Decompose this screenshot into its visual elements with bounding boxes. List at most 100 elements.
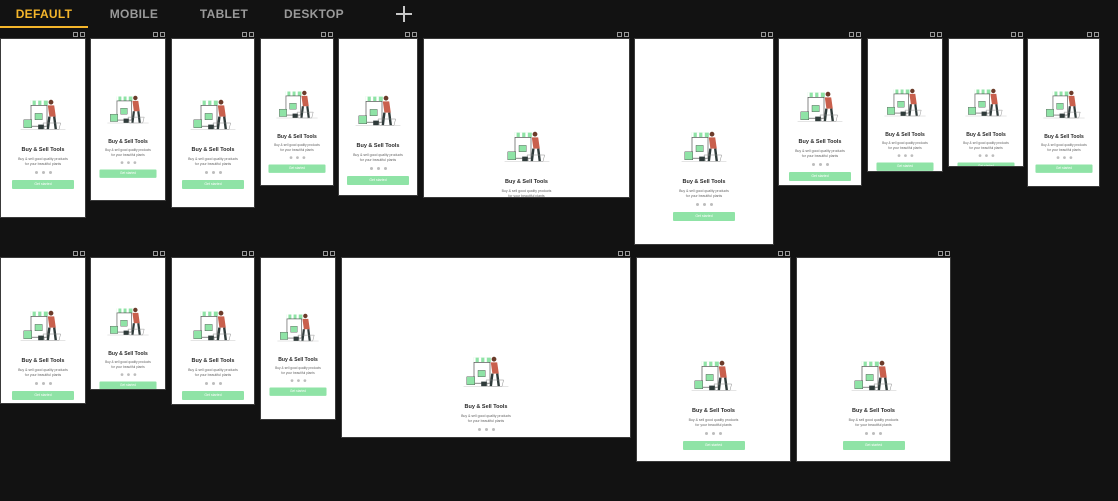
rotate-icon[interactable] — [1011, 32, 1016, 37]
frame-controls[interactable] — [938, 251, 950, 256]
get-started-button[interactable]: Get started — [957, 162, 1015, 166]
expand-icon[interactable] — [330, 251, 335, 256]
tab-tablet[interactable]: TABLET — [196, 7, 252, 28]
rotate-icon[interactable] — [242, 251, 247, 256]
get-started-button[interactable]: Get started — [269, 387, 327, 396]
frame-controls[interactable] — [73, 32, 85, 37]
device-preview-frame[interactable]: Buy & Sell Tools Buy & sell good quality … — [796, 250, 951, 462]
device-preview-frame[interactable]: Buy & Sell Tools Buy & sell good quality … — [171, 250, 255, 405]
device-preview-frame[interactable]: Buy & Sell Tools Buy & sell good quality … — [1027, 31, 1100, 187]
device-preview-frame[interactable]: Buy & Sell Tools Buy & sell good quality … — [0, 250, 86, 404]
expand-icon[interactable] — [624, 32, 629, 37]
rotate-icon[interactable] — [323, 251, 328, 256]
expand-icon[interactable] — [249, 251, 254, 256]
device-preview-frame[interactable]: Buy & Sell Tools Buy & sell good quality … — [423, 31, 630, 198]
frame-controls[interactable] — [778, 251, 790, 256]
frame-header — [90, 31, 166, 38]
frame-controls[interactable] — [849, 32, 861, 37]
pager-dots — [172, 382, 254, 385]
expand-icon[interactable] — [625, 251, 630, 256]
frame-controls[interactable] — [321, 32, 333, 37]
frame-controls[interactable] — [323, 251, 335, 256]
frame-controls[interactable] — [618, 251, 630, 256]
expand-icon[interactable] — [160, 32, 165, 37]
get-started-button[interactable]: Get started — [842, 441, 905, 450]
frame-controls[interactable] — [617, 32, 629, 37]
frame-controls[interactable] — [405, 32, 417, 37]
rotate-icon[interactable] — [849, 32, 854, 37]
expand-icon[interactable] — [937, 32, 942, 37]
rotate-icon[interactable] — [73, 32, 78, 37]
get-started-button[interactable]: Get started — [455, 437, 517, 438]
device-preview-frame[interactable]: Buy & Sell Tools Buy & sell good quality … — [260, 250, 336, 420]
device-preview-frame[interactable]: Buy & Sell Tools Buy & sell good quality … — [338, 31, 418, 196]
expand-icon[interactable] — [945, 251, 950, 256]
expand-icon[interactable] — [768, 32, 773, 37]
get-started-button[interactable]: Get started — [182, 391, 244, 400]
expand-icon[interactable] — [80, 32, 85, 37]
expand-icon[interactable] — [1018, 32, 1023, 37]
frame-controls[interactable] — [1011, 32, 1023, 37]
device-preview-frame[interactable]: Buy & Sell Tools Buy & sell good quality … — [634, 31, 774, 245]
frame-controls[interactable] — [153, 251, 165, 256]
device-preview-frame[interactable]: Buy & Sell Tools Buy & sell good quality … — [948, 31, 1024, 167]
get-started-button[interactable]: Get started — [1034, 164, 1093, 173]
get-started-button[interactable]: Get started — [182, 180, 244, 189]
get-started-button[interactable]: Get started — [12, 391, 74, 400]
frame-controls[interactable] — [242, 32, 254, 37]
add-device-plus-icon[interactable] — [394, 4, 414, 24]
device-preview-frame[interactable]: Buy & Sell Tools Buy & sell good quality … — [260, 31, 334, 186]
rotate-icon[interactable] — [618, 251, 623, 256]
get-started-button[interactable]: Get started — [682, 441, 745, 450]
get-started-button[interactable]: Get started — [876, 162, 934, 171]
get-started-button[interactable]: Get started — [347, 176, 409, 185]
get-started-button[interactable]: Get started — [789, 172, 851, 181]
frame-controls[interactable] — [761, 32, 773, 37]
expand-icon[interactable] — [160, 251, 165, 256]
rotate-icon[interactable] — [242, 32, 247, 37]
device-preview-frame[interactable]: Buy & Sell Tools Buy & sell good quality … — [90, 31, 166, 201]
rotate-icon[interactable] — [930, 32, 935, 37]
rotate-icon[interactable] — [1087, 32, 1092, 37]
device-preview-frame[interactable]: Buy & Sell Tools Buy & sell good quality … — [778, 31, 862, 186]
rotate-icon[interactable] — [73, 251, 78, 256]
tab-mobile[interactable]: MOBILE — [105, 7, 163, 28]
rotate-icon[interactable] — [405, 32, 410, 37]
expand-icon[interactable] — [249, 32, 254, 37]
frame-controls[interactable] — [73, 251, 85, 256]
get-started-button[interactable]: Get started — [673, 212, 735, 221]
expand-icon[interactable] — [785, 251, 790, 256]
expand-icon[interactable] — [1094, 32, 1099, 37]
rotate-icon[interactable] — [321, 32, 326, 37]
screen-title: Buy & Sell Tools — [1043, 134, 1084, 140]
shopping-illustration-icon — [190, 310, 236, 341]
expand-icon[interactable] — [412, 32, 417, 37]
get-started-button[interactable]: Get started — [268, 164, 326, 173]
device-preview-frame[interactable]: Buy & Sell Tools Buy & sell good quality … — [341, 250, 631, 438]
frame-controls[interactable] — [1087, 32, 1099, 37]
rotate-icon[interactable] — [778, 251, 783, 256]
get-started-button[interactable]: Get started — [12, 180, 74, 189]
device-preview-frame[interactable]: Buy & Sell Tools Buy & sell good quality … — [90, 250, 166, 390]
rotate-icon[interactable] — [617, 32, 622, 37]
device-preview-frame[interactable]: Buy & Sell Tools Buy & sell good quality … — [867, 31, 943, 172]
device-preview-frame[interactable]: Buy & Sell Tools Buy & sell good quality … — [0, 31, 86, 218]
frame-controls[interactable] — [153, 32, 165, 37]
rotate-icon[interactable] — [153, 251, 158, 256]
get-started-button[interactable]: Get started — [99, 381, 157, 389]
rotate-icon[interactable] — [761, 32, 766, 37]
tab-desktop[interactable]: DESKTOP — [280, 7, 348, 28]
device-preview-frame[interactable]: Buy & Sell Tools Buy & sell good quality … — [171, 31, 255, 208]
expand-icon[interactable] — [328, 32, 333, 37]
rotate-icon[interactable] — [938, 251, 943, 256]
app-screen: Buy & Sell Tools Buy & sell good quality … — [636, 257, 791, 462]
expand-icon[interactable] — [856, 32, 861, 37]
frame-controls[interactable] — [930, 32, 942, 37]
get-started-button[interactable]: Get started — [99, 169, 157, 178]
tab-default[interactable]: DEFAULT — [0, 7, 88, 28]
expand-icon[interactable] — [80, 251, 85, 256]
screen-subtitle: Buy & sell good quality products for your… — [882, 141, 928, 150]
device-preview-frame[interactable]: Buy & Sell Tools Buy & sell good quality … — [636, 250, 791, 462]
rotate-icon[interactable] — [153, 32, 158, 37]
frame-controls[interactable] — [242, 251, 254, 256]
